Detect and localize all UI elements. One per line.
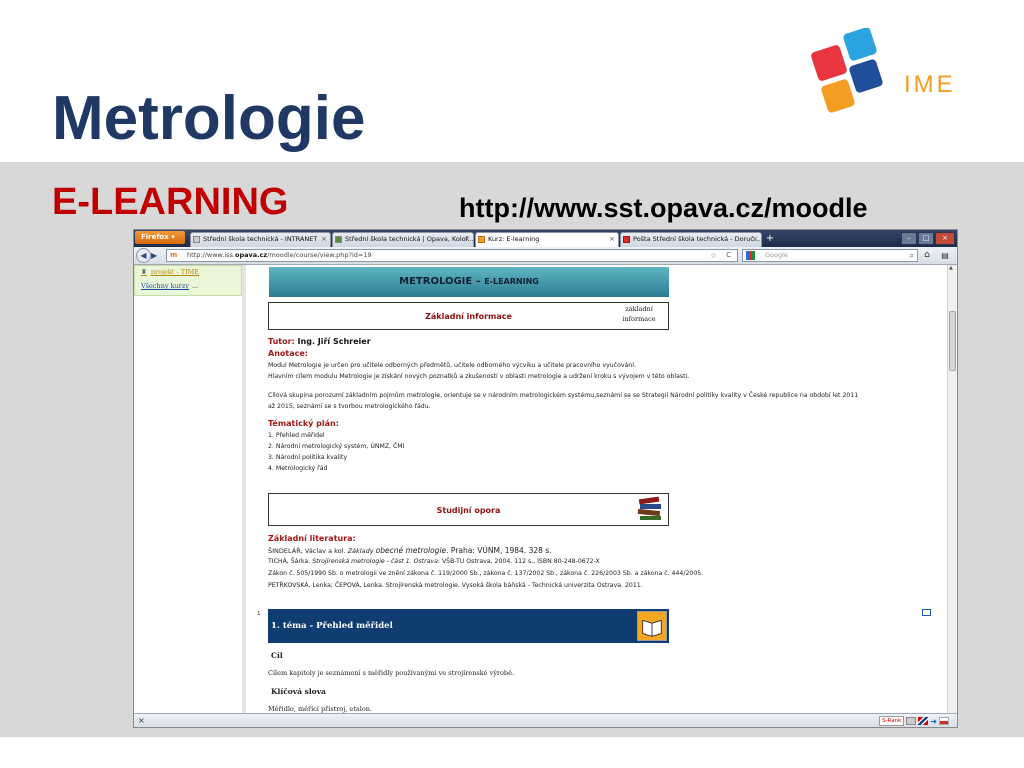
window-controls: – □ ×: [901, 232, 955, 245]
plan-item: 2. Národní metrologický systém, ÚNMZ, ČM…: [268, 443, 405, 450]
minimize-icon[interactable]: –: [901, 232, 917, 245]
close-window-icon[interactable]: ×: [935, 232, 955, 245]
open-book-icon: [637, 611, 667, 641]
tab-label: Střední škola technická | Opava, Kolof..…: [345, 235, 474, 243]
moodle-icon: [478, 236, 485, 243]
literature-item: PETŘKOVSKÁ, Lenka; ČEPOVÁ, Lenka. Strojí…: [268, 582, 643, 589]
topic-number: 1: [257, 611, 261, 617]
menu-icon[interactable]: ▤: [937, 249, 953, 262]
moodle-icon: m: [170, 251, 178, 259]
literature-item: ŠINDELÁŘ, Václav a kol. Základy obecné m…: [268, 546, 552, 555]
google-icon: [746, 251, 755, 260]
tutor-line: Tutor: Ing. Jiří Schreier: [268, 337, 371, 346]
edit-icon[interactable]: [922, 609, 931, 616]
bookmark-star-icon[interactable]: ☆: [710, 250, 717, 261]
study-support-box[interactable]: Studijní opora: [268, 493, 669, 526]
basic-info-title: Základní informace: [425, 312, 512, 321]
topic-header[interactable]: 1. téma - Přehled měřidel: [268, 609, 669, 643]
left-column-divider: [242, 265, 246, 713]
mail-icon: [623, 236, 630, 243]
close-icon[interactable]: ×: [752, 233, 758, 246]
keywords-text: Měřidlo, měřící přístroj, etalon.: [268, 705, 372, 713]
close-icon[interactable]: ×: [138, 714, 145, 727]
srank-badge[interactable]: S-Rank: [879, 716, 905, 726]
target-line: až 2015, seznámí se s tvorbou metrologic…: [268, 403, 431, 410]
target-line: Cílová skupina porozumí základním pojmům…: [268, 392, 859, 399]
basic-info-box[interactable]: Základní informace základní informace: [268, 302, 669, 330]
forward-button[interactable]: ▶: [151, 250, 163, 261]
back-button[interactable]: ◀: [136, 248, 151, 263]
tab-label: Střední škola technická - INTRANET: [203, 235, 318, 243]
close-icon[interactable]: ×: [609, 233, 615, 246]
tab-label: Kurz: E-learning: [488, 235, 540, 243]
arrow-right-icon: ➜: [930, 716, 937, 726]
tab-label: Pošta Střední škola technická - Doruč...: [633, 235, 761, 243]
slide-url: http://www.sst.opava.cz/moodle: [459, 193, 868, 223]
uk-flag-icon[interactable]: [918, 717, 929, 725]
status-bar: × S-Rank ➜: [134, 713, 957, 727]
plan-item: 3. Národní politika kvality: [268, 454, 348, 461]
tab-bar: Firefox ▾ Střední škola technická - INTR…: [134, 230, 957, 247]
plan-item: 4. Metrologický řád: [268, 465, 328, 472]
all-courses-link[interactable]: Všechny kurzy: [141, 282, 189, 290]
literature-item: TICHÁ, Šárka. Strojírenská metrologie - …: [268, 558, 600, 565]
trophy-icon: ♜: [141, 268, 147, 276]
annotation-line: Modul Metrologie je určen pro učitele od…: [268, 362, 636, 369]
reload-icon[interactable]: C: [726, 250, 731, 261]
tab-posta[interactable]: Pošta Střední škola technická - Doruč...…: [620, 232, 762, 247]
study-support-title: Studijní opora: [436, 506, 501, 515]
course-banner: METROLOGIE – E-LEARNING: [269, 267, 669, 297]
vertical-scrollbar[interactable]: ▲: [947, 265, 957, 713]
address-bar[interactable]: m http://www.iss.opava.cz/moodle/course/…: [166, 249, 738, 262]
page-viewport: ♜ projekt - TIME Všechny kurzy... METROLO…: [134, 265, 957, 713]
books-icon: [637, 496, 661, 520]
school-icon: [335, 236, 342, 243]
course-links-block: ♜ projekt - TIME Všechny kurzy...: [134, 265, 242, 296]
navigation-bar: ◀ ▶ m http://www.iss.opava.cz/moodle/cou…: [134, 247, 957, 265]
goal-heading: Cíl: [271, 651, 283, 660]
search-icon[interactable]: ⌕: [910, 250, 914, 261]
tab-intranet[interactable]: Střední škola technická - INTRANET ×: [190, 232, 331, 247]
tab-kurz-elearning[interactable]: Kurz: E-learning ×: [475, 232, 619, 247]
status-icons: S-Rank ➜: [879, 716, 949, 726]
all-courses-suffix: ...: [191, 282, 199, 290]
projekt-time-link[interactable]: ♜ projekt - TIME: [141, 268, 235, 276]
printer-icon[interactable]: [906, 717, 917, 725]
slide-subtitle: E-LEARNING: [52, 181, 289, 223]
banner-separator: –: [472, 276, 485, 287]
plan-item: 1. Přehled měřidel: [268, 432, 325, 439]
goal-text: Cílem kapitoly je seznámení s měřidly po…: [268, 669, 515, 677]
address-path: /moodle/course/view.php?id=19: [267, 251, 372, 259]
logo-text: IME: [904, 71, 956, 98]
tutor-name: Ing. Jiří Schreier: [297, 337, 371, 346]
maximize-icon[interactable]: □: [918, 232, 934, 245]
search-box[interactable]: Google ⌕: [742, 249, 918, 262]
search-placeholder: Google: [765, 251, 788, 259]
annotation-line: Hlavním cílem modulu Metrologie je získá…: [268, 373, 690, 380]
page-icon: [193, 236, 200, 243]
firefox-menu-button[interactable]: Firefox ▾: [135, 231, 185, 244]
new-tab-button[interactable]: +: [764, 233, 776, 245]
scrollbar-thumb[interactable]: [949, 311, 956, 371]
scroll-up-icon[interactable]: ▲: [949, 265, 953, 271]
czech-flag-icon[interactable]: [939, 717, 949, 725]
home-icon[interactable]: ⌂: [920, 249, 934, 262]
plan-heading: Tématický plán:: [268, 419, 339, 428]
slide-title: Metrologie: [52, 84, 366, 153]
topic-title: 1. téma - Přehled měřidel: [271, 621, 393, 631]
banner-sub: E-LEARNING: [484, 277, 539, 286]
keywords-heading: Klíčová slova: [271, 687, 326, 696]
close-icon[interactable]: ×: [464, 233, 470, 246]
address-prefix: http://www.iss.: [187, 251, 235, 259]
close-icon[interactable]: ×: [321, 233, 327, 246]
banner-main: METROLOGIE: [399, 276, 473, 287]
basic-info-side: základní informace: [622, 305, 656, 323]
tab-sst-opava[interactable]: Střední škola technická | Opava, Kolof..…: [332, 232, 474, 247]
time-logo: IME: [811, 28, 956, 113]
browser-window: Firefox ▾ Střední škola technická - INTR…: [133, 229, 958, 728]
literature-heading: Základní literatura:: [268, 534, 356, 543]
literature-item: Zákon č. 505/1990 Sb. o metrologii ve zn…: [268, 570, 704, 577]
annotation-heading: Anotace:: [268, 349, 308, 358]
address-host: opava.cz: [234, 251, 268, 259]
